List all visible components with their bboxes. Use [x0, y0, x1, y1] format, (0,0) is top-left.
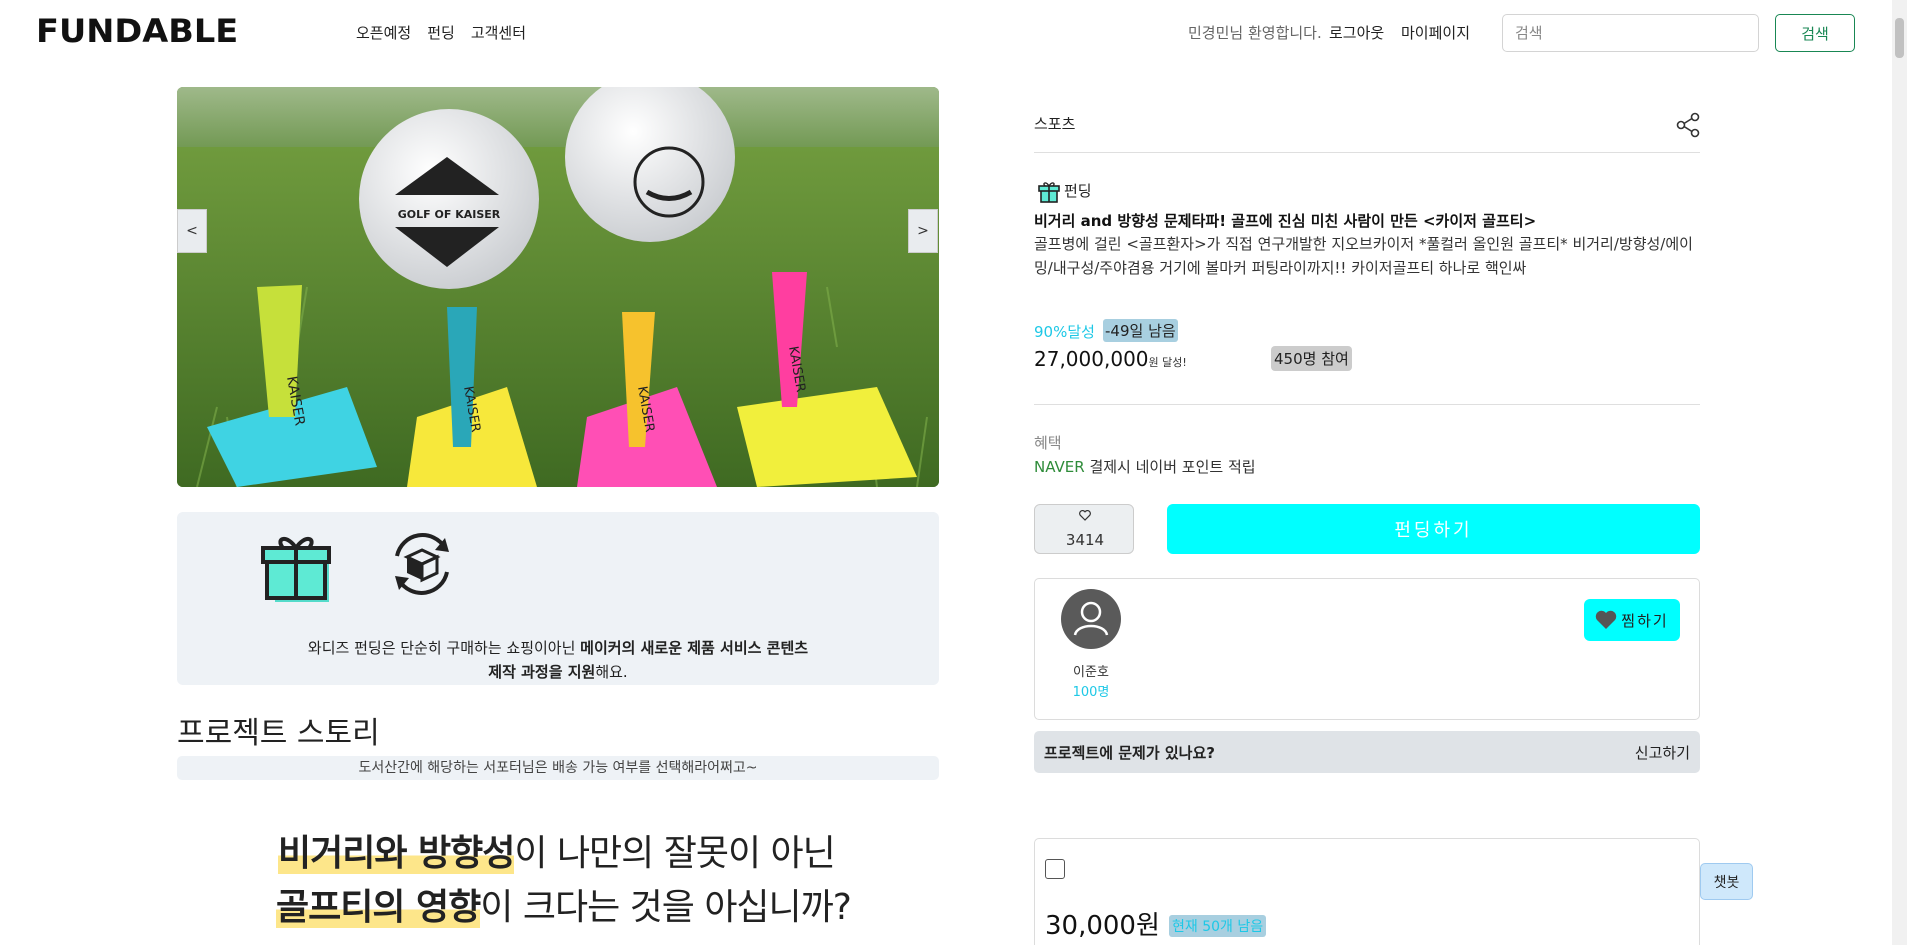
carousel-prev-button[interactable]: < — [177, 209, 207, 253]
scrollbar-thumb[interactable] — [1895, 18, 1904, 58]
nav-item-open-soon[interactable]: 오픈예정 — [356, 22, 411, 43]
maker-name: 이준호 — [1073, 665, 1109, 680]
days-left-badge: -49일 남음 — [1103, 319, 1178, 342]
heart-outline-icon — [1079, 510, 1091, 521]
story-headline-2: 골프티의 영향이 크다는 것을 아십니까? — [276, 878, 852, 930]
search-button[interactable]: 검색 — [1775, 14, 1855, 52]
share-icon[interactable] — [1675, 112, 1701, 138]
participants-badge: 450명 참여 — [1271, 346, 1352, 371]
section-divider — [1034, 152, 1700, 153]
achievement-rate: 90%달성 — [1034, 323, 1095, 341]
funded-amount-value: 27,000,000 — [1034, 347, 1149, 371]
avatar[interactable] — [1061, 589, 1121, 649]
benefit-label: 혜택 — [1034, 434, 1062, 452]
reward-card: 30,000원 현재 50개 남음 — [1034, 838, 1700, 945]
project-image-carousel: KAISER KAISER KAISER KAISER GOLF OF KAIS… — [177, 87, 939, 487]
search-input[interactable] — [1502, 14, 1759, 52]
project-type-label: 펀딩 — [1064, 182, 1092, 200]
project-description: 골프병에 걸린 <골프환자>가 직접 연구개발한 지오브카이저 *풀컬러 올인원… — [1034, 235, 1693, 277]
story-headline-1: 비거리와 방향성이 나만의 잘못이 아닌 — [278, 824, 836, 876]
page-scrollbar[interactable] — [1892, 0, 1907, 945]
ball-logo-text: GOLF OF KAISER — [398, 208, 501, 221]
logout-link[interactable]: 로그아웃 — [1329, 22, 1384, 43]
story-section-title: 프로젝트 스토리 — [177, 716, 380, 751]
heart-icon — [1596, 610, 1617, 629]
carousel-next-button[interactable]: > — [908, 209, 938, 253]
section-divider — [1034, 404, 1700, 405]
story-highlight-1: 비거리와 방향성 — [278, 833, 515, 874]
maker-card: 이준호 100명 찜하기 — [1034, 578, 1700, 720]
reward-checkbox[interactable] — [1045, 859, 1065, 879]
report-bar: 프로젝트에 문제가 있나요? 신고하기 — [1034, 731, 1700, 773]
wishlist-label: 찜하기 — [1621, 611, 1669, 630]
nav-item-customer-center[interactable]: 고객센터 — [471, 22, 526, 43]
naver-brand: NAVER — [1034, 458, 1085, 476]
funded-amount: 27,000,000원 달성! — [1034, 347, 1187, 371]
funding-info-text: 와디즈 펀딩은 단순히 구매하는 쇼핑이아닌 메이커의 새로운 제품 서비스 콘… — [177, 636, 939, 684]
shipping-notice: 도서산간에 해당하는 서포터님은 배송 가능 여부를 선택해라어쩌고~ — [177, 756, 939, 780]
project-title: 비거리 and 방향성 문제타파! 골프에 진심 미친 사람이 만든 <카이저 … — [1034, 212, 1537, 230]
gift-icon — [261, 537, 331, 602]
user-icon — [1073, 601, 1109, 636]
story-text-1: 이 나만의 잘못이 아닌 — [514, 833, 835, 874]
like-button[interactable]: 3414 — [1034, 504, 1134, 554]
report-link[interactable]: 신고하기 — [1635, 742, 1690, 763]
golf-tees-photo: KAISER KAISER KAISER KAISER GOLF OF KAIS… — [177, 87, 939, 487]
benefit-text: NAVER 결제시 네이버 포인트 적립 — [1034, 456, 1256, 477]
info-text-end: 해요. — [595, 663, 628, 681]
welcome-message: 민경민님 환영합니다. — [1188, 24, 1322, 42]
funded-amount-unit: 원 달성! — [1148, 356, 1187, 369]
fund-button[interactable]: 펀딩하기 — [1167, 504, 1700, 554]
top-header: FUNDABLE 오픈예정 펀딩 고객센터 민경민님 환영합니다. 로그아웃 마… — [0, 0, 1907, 66]
wishlist-button[interactable]: 찜하기 — [1584, 599, 1680, 641]
maker-follower-count: 100명 — [1072, 685, 1110, 700]
project-category: 스포츠 — [1034, 115, 1076, 133]
nav-item-funding[interactable]: 펀딩 — [427, 22, 455, 43]
story-text-2: 이 크다는 것을 아십니까? — [480, 887, 852, 928]
story-highlight-2: 골프티의 영향 — [276, 887, 481, 928]
funding-gift-icon — [1038, 182, 1060, 203]
like-count: 3414 — [1065, 531, 1105, 549]
info-text-plain: 와디즈 펀딩은 단순히 구매하는 쇼핑이아닌 — [307, 639, 581, 657]
mypage-link[interactable]: 마이페이지 — [1401, 22, 1470, 43]
info-text-bold-2: 제작 과정을 지원 — [488, 663, 596, 681]
main-nav: 오픈예정 펀딩 고객센터 — [356, 22, 526, 43]
report-question: 프로젝트에 문제가 있나요? — [1044, 744, 1215, 762]
delivery-cycle-icon — [395, 533, 449, 595]
site-logo[interactable]: FUNDABLE — [36, 12, 238, 50]
reward-price: 30,000원 — [1045, 911, 1160, 941]
reward-remaining-badge: 현재 50개 남음 — [1169, 915, 1267, 937]
chatbot-button[interactable]: 챗봇 — [1700, 863, 1753, 900]
benefit-detail: 결제시 네이버 포인트 적립 — [1084, 458, 1256, 476]
funding-info-box: 와디즈 펀딩은 단순히 구매하는 쇼핑이아닌 메이커의 새로운 제품 서비스 콘… — [177, 512, 939, 685]
info-text-bold-1: 메이커의 새로운 제품 서비스 콘텐츠 — [580, 639, 809, 657]
